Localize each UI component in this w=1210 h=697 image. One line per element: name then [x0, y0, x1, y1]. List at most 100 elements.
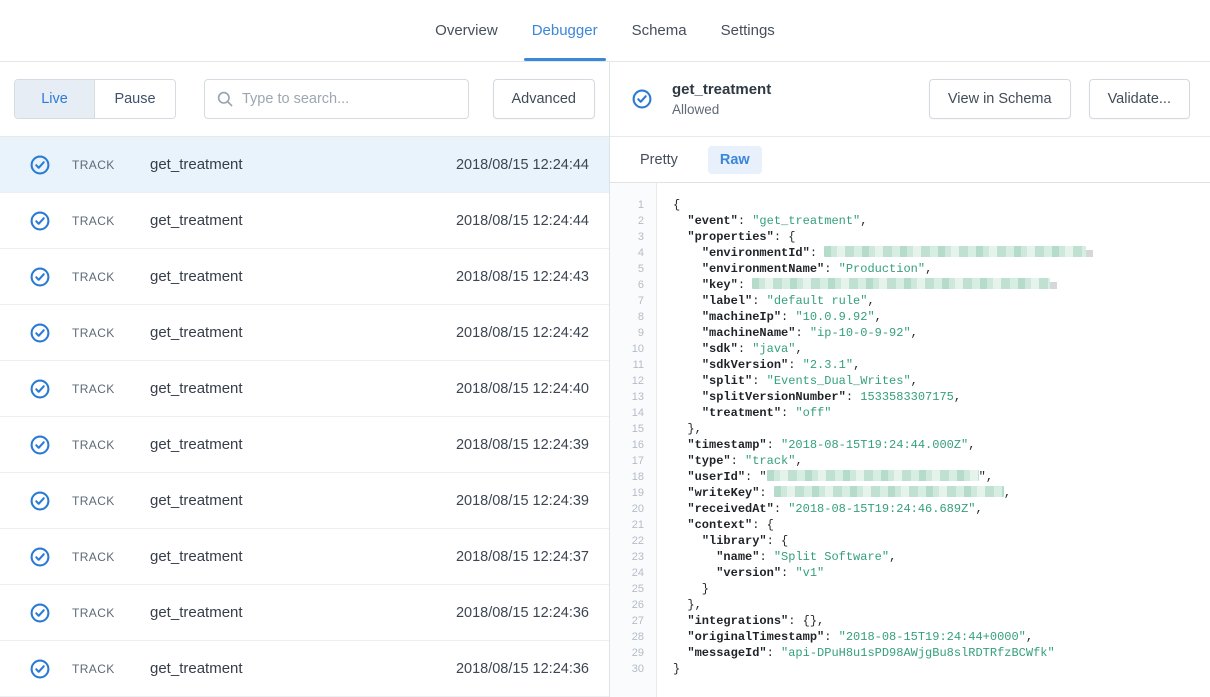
event-type-label: TRACK	[72, 550, 150, 564]
code-line: 16 "timestamp": "2018-08-15T19:24:44.000…	[610, 437, 1210, 453]
event-name: get_treatment	[150, 268, 243, 285]
line-number: 11	[610, 357, 644, 373]
code-line: 14 "treatment": "off"	[610, 405, 1210, 421]
advanced-button[interactable]: Advanced	[493, 79, 596, 119]
nav-tabs: Overview Debugger Schema Settings	[433, 0, 777, 61]
line-content: "splitVersionNumber": 1533583307175,	[673, 389, 961, 405]
tab-raw[interactable]: Raw	[708, 146, 762, 174]
line-number: 9	[610, 325, 644, 341]
main-content: Live Pause Advanced TRACKget_treatment20…	[0, 62, 1210, 697]
code-line: 19 "writeKey": ,	[610, 485, 1210, 501]
search-box[interactable]	[204, 79, 469, 119]
event-type-label: TRACK	[72, 494, 150, 508]
redacted-value	[774, 486, 1004, 497]
list-controls: Live Pause Advanced	[0, 62, 609, 137]
code-line: 25 }	[610, 581, 1210, 597]
view-in-schema-button[interactable]: View in Schema	[929, 79, 1071, 119]
nav-tab-debugger[interactable]: Debugger	[530, 0, 600, 61]
code-line: 24 "version": "v1"	[610, 565, 1210, 581]
event-row[interactable]: TRACKget_treatment2018/08/15 12:24:44	[0, 193, 609, 249]
nav-tab-overview[interactable]: Overview	[433, 0, 500, 61]
event-type-label: TRACK	[72, 326, 150, 340]
event-name: get_treatment	[150, 436, 243, 453]
nav-tab-schema[interactable]: Schema	[630, 0, 689, 61]
event-row[interactable]: TRACKget_treatment2018/08/15 12:24:43	[0, 249, 609, 305]
live-button[interactable]: Live	[15, 80, 95, 118]
check-circle-icon	[30, 211, 50, 231]
line-number: 8	[610, 309, 644, 325]
event-type-label: TRACK	[72, 662, 150, 676]
event-row[interactable]: TRACKget_treatment2018/08/15 12:24:39	[0, 473, 609, 529]
line-number: 20	[610, 501, 644, 517]
line-content: "receivedAt": "2018-08-15T19:24:46.689Z"…	[673, 501, 983, 517]
code-line: 30}	[610, 661, 1210, 677]
event-timestamp: 2018/08/15 12:24:36	[456, 661, 589, 677]
event-row[interactable]: TRACKget_treatment2018/08/15 12:24:36	[0, 585, 609, 641]
line-number: 6	[610, 277, 644, 293]
code-line: 27 "integrations": {},	[610, 613, 1210, 629]
line-number: 7	[610, 293, 644, 309]
check-circle-icon	[632, 89, 652, 109]
event-name: get_treatment	[150, 660, 243, 677]
line-content: "context": {	[673, 517, 774, 533]
line-number: 5	[610, 261, 644, 277]
status-text: Allowed	[672, 102, 771, 117]
line-content: "name": "Split Software",	[673, 549, 896, 565]
line-number: 16	[610, 437, 644, 453]
detail-header: get_treatment Allowed View in Schema Val…	[610, 62, 1210, 137]
line-number: 12	[610, 373, 644, 389]
pause-button[interactable]: Pause	[95, 80, 175, 118]
check-circle-icon	[30, 603, 50, 623]
code-line: 13 "splitVersionNumber": 1533583307175,	[610, 389, 1210, 405]
code-line: 8 "machineIp": "10.0.9.92",	[610, 309, 1210, 325]
event-timestamp: 2018/08/15 12:24:39	[456, 493, 589, 509]
code-line: 4 "environmentId":	[610, 245, 1210, 261]
event-row[interactable]: TRACKget_treatment2018/08/15 12:24:40	[0, 361, 609, 417]
code-line: 1{	[610, 197, 1210, 213]
line-number: 14	[610, 405, 644, 421]
code-line: 18 "userId": "",	[610, 469, 1210, 485]
code-line: 12 "split": "Events_Dual_Writes",	[610, 373, 1210, 389]
line-number: 29	[610, 645, 644, 661]
event-type-label: TRACK	[72, 606, 150, 620]
code-line: 21 "context": {	[610, 517, 1210, 533]
code-line: 2 "event": "get_treatment",	[610, 213, 1210, 229]
code-line: 23 "name": "Split Software",	[610, 549, 1210, 565]
event-name: get_treatment	[150, 604, 243, 621]
line-number: 22	[610, 533, 644, 549]
line-number: 15	[610, 421, 644, 437]
validate-button[interactable]: Validate...	[1089, 79, 1190, 119]
raw-json-viewer: 1{2 "event": "get_treatment",3 "properti…	[610, 183, 1210, 697]
event-name: get_treatment	[150, 212, 243, 229]
event-name: get_treatment	[150, 548, 243, 565]
event-row[interactable]: TRACKget_treatment2018/08/15 12:24:39	[0, 417, 609, 473]
nav-tab-settings[interactable]: Settings	[719, 0, 777, 61]
event-type-label: TRACK	[72, 438, 150, 452]
event-row[interactable]: TRACKget_treatment2018/08/15 12:24:44	[0, 137, 609, 193]
code-line: 15 },	[610, 421, 1210, 437]
line-content: "environmentName": "Production",	[673, 261, 932, 277]
code-line: 11 "sdkVersion": "2.3.1",	[610, 357, 1210, 373]
event-timestamp: 2018/08/15 12:24:42	[456, 325, 589, 341]
tab-pretty[interactable]: Pretty	[628, 146, 690, 174]
event-timestamp: 2018/08/15 12:24:37	[456, 549, 589, 565]
line-content: }	[673, 581, 709, 597]
check-circle-icon	[30, 323, 50, 343]
event-row[interactable]: TRACKget_treatment 2018/08/15 12:24:36	[0, 641, 609, 697]
code-line: 17 "type": "track",	[610, 453, 1210, 469]
line-number: 19	[610, 485, 644, 501]
event-list-panel: Live Pause Advanced TRACKget_treatment20…	[0, 62, 610, 697]
line-number: 26	[610, 597, 644, 613]
event-name: get_treatment	[150, 380, 243, 397]
event-row[interactable]: TRACKget_treatment 2018/08/15 12:24:37	[0, 529, 609, 585]
line-content: "properties": {	[673, 229, 795, 245]
event-type-label: TRACK	[72, 382, 150, 396]
event-type-label: TRACK	[72, 270, 150, 284]
event-row[interactable]: TRACKget_treatment2018/08/15 12:24:42	[0, 305, 609, 361]
search-icon	[217, 91, 233, 107]
line-content: "library": {	[673, 533, 788, 549]
line-content: "label": "default rule",	[673, 293, 875, 309]
code-line: 28 "originalTimestamp": "2018-08-15T19:2…	[610, 629, 1210, 645]
event-name: get_treatment	[150, 156, 243, 173]
search-input[interactable]	[242, 91, 456, 107]
